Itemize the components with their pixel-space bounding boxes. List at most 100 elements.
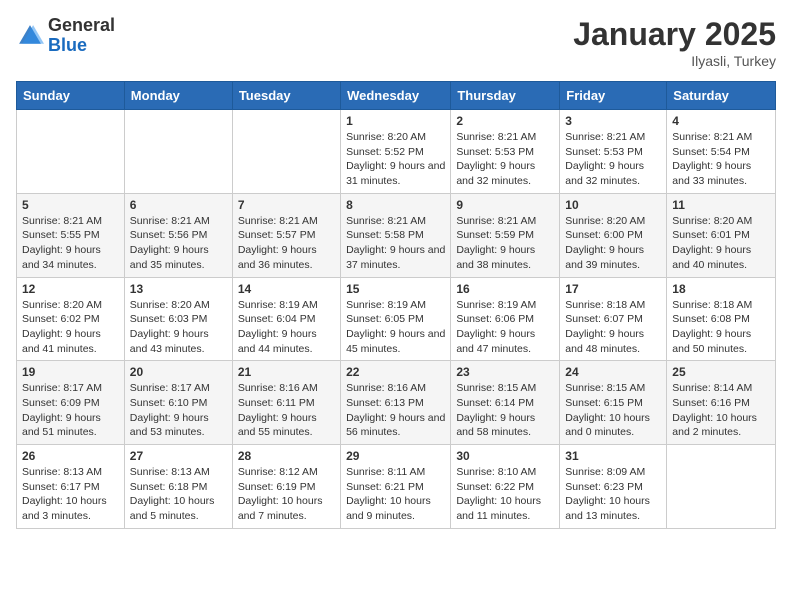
day-number: 16 [456,282,554,296]
title-block: January 2025 Ilyasli, Turkey [573,16,776,69]
calendar-cell: 1 Sunrise: 8:20 AMSunset: 5:52 PMDaylight… [341,110,451,194]
day-content: Sunrise: 8:12 AMSunset: 6:19 PMDaylight:… [238,465,335,524]
day-number: 20 [130,365,227,379]
calendar-cell: 5 Sunrise: 8:21 AMSunset: 5:55 PMDaylight… [17,193,125,277]
week-row-2: 5 Sunrise: 8:21 AMSunset: 5:55 PMDaylight… [17,193,776,277]
day-number: 28 [238,449,335,463]
calendar-cell: 2 Sunrise: 8:21 AMSunset: 5:53 PMDaylight… [451,110,560,194]
calendar-cell: 26Sunrise: 8:13 AMSunset: 6:17 PMDayligh… [17,445,125,529]
day-content: Sunrise: 8:13 AMSunset: 6:18 PMDaylight:… [130,465,227,524]
logo-icon [16,22,44,50]
day-content: Sunrise: 8:21 AMSunset: 5:53 PMDaylight:… [456,130,554,189]
calendar-cell: 9 Sunrise: 8:21 AMSunset: 5:59 PMDaylight… [451,193,560,277]
calendar-cell: 22Sunrise: 8:16 AMSunset: 6:13 PMDayligh… [341,361,451,445]
weekday-header-monday: Monday [124,82,232,110]
day-content: Sunrise: 8:20 AMSunset: 6:03 PMDaylight:… [130,298,227,357]
day-number: 31 [565,449,661,463]
calendar-cell [17,110,125,194]
day-content: Sunrise: 8:21 AMSunset: 5:56 PMDaylight:… [130,214,227,273]
month-title: January 2025 [573,16,776,53]
calendar-cell: 14 Sunrise: 8:19 AMSunset: 6:04 PMDayligh… [232,277,340,361]
day-content: Sunrise: 8:21 AMSunset: 5:58 PMDaylight:… [346,214,445,273]
weekday-header-friday: Friday [560,82,667,110]
day-content: Sunrise: 8:21 AMSunset: 5:54 PMDaylight:… [672,130,770,189]
calendar-cell: 31Sunrise: 8:09 AMSunset: 6:23 PMDayligh… [560,445,667,529]
calendar-cell: 19Sunrise: 8:17 AMSunset: 6:09 PMDayligh… [17,361,125,445]
calendar-cell: 24Sunrise: 8:15 AMSunset: 6:15 PMDayligh… [560,361,667,445]
logo-text: General Blue [48,16,115,56]
weekday-header-thursday: Thursday [451,82,560,110]
day-content: Sunrise: 8:18 AMSunset: 6:08 PMDaylight:… [672,298,770,357]
logo-blue: Blue [48,35,87,55]
calendar-cell: 29Sunrise: 8:11 AMSunset: 6:21 PMDayligh… [341,445,451,529]
calendar-cell [124,110,232,194]
day-number: 10 [565,198,661,212]
calendar: SundayMondayTuesdayWednesdayThursdayFrid… [16,81,776,529]
day-content: Sunrise: 8:21 AMSunset: 5:55 PMDaylight:… [22,214,119,273]
day-number: 6 [130,198,227,212]
day-content: Sunrise: 8:17 AMSunset: 6:09 PMDaylight:… [22,381,119,440]
day-content: Sunrise: 8:14 AMSunset: 6:16 PMDaylight:… [672,381,770,440]
calendar-cell: 21Sunrise: 8:16 AMSunset: 6:11 PMDayligh… [232,361,340,445]
calendar-cell: 28 Sunrise: 8:12 AMSunset: 6:19 PMDayligh… [232,445,340,529]
week-row-5: 26Sunrise: 8:13 AMSunset: 6:17 PMDayligh… [17,445,776,529]
calendar-cell: 11Sunrise: 8:20 AMSunset: 6:01 PMDayligh… [667,193,776,277]
week-row-1: 1 Sunrise: 8:20 AMSunset: 5:52 PMDaylight… [17,110,776,194]
day-number: 5 [22,198,119,212]
day-number: 14 [238,282,335,296]
logo-general: General [48,15,115,35]
day-content: Sunrise: 8:20 AMSunset: 6:02 PMDaylight:… [22,298,119,357]
calendar-cell: 30 Sunrise: 8:10 AMSunset: 6:22 PMDayligh… [451,445,560,529]
calendar-cell: 6 Sunrise: 8:21 AMSunset: 5:56 PMDaylight… [124,193,232,277]
day-number: 9 [456,198,554,212]
weekday-header-tuesday: Tuesday [232,82,340,110]
logo: General Blue [16,16,115,56]
day-number: 3 [565,114,661,128]
week-row-3: 12 Sunrise: 8:20 AMSunset: 6:02 PMDayligh… [17,277,776,361]
day-number: 17 [565,282,661,296]
calendar-cell [232,110,340,194]
day-content: Sunrise: 8:20 AMSunset: 6:00 PMDaylight:… [565,214,661,273]
day-number: 30 [456,449,554,463]
location: Ilyasli, Turkey [573,53,776,69]
day-content: Sunrise: 8:19 AMSunset: 6:05 PMDaylight:… [346,298,445,357]
calendar-cell: 27 Sunrise: 8:13 AMSunset: 6:18 PMDayligh… [124,445,232,529]
calendar-cell [667,445,776,529]
calendar-cell: 25 Sunrise: 8:14 AMSunset: 6:16 PMDayligh… [667,361,776,445]
calendar-body: 1 Sunrise: 8:20 AMSunset: 5:52 PMDaylight… [17,110,776,529]
calendar-cell: 18 Sunrise: 8:18 AMSunset: 6:08 PMDayligh… [667,277,776,361]
calendar-cell: 7 Sunrise: 8:21 AMSunset: 5:57 PMDaylight… [232,193,340,277]
day-content: Sunrise: 8:13 AMSunset: 6:17 PMDaylight:… [22,465,119,524]
day-content: Sunrise: 8:11 AMSunset: 6:21 PMDaylight:… [346,465,445,524]
day-content: Sunrise: 8:21 AMSunset: 5:59 PMDaylight:… [456,214,554,273]
day-number: 1 [346,114,445,128]
day-number: 7 [238,198,335,212]
weekday-header-wednesday: Wednesday [341,82,451,110]
day-number: 27 [130,449,227,463]
calendar-cell: 23 Sunrise: 8:15 AMSunset: 6:14 PMDayligh… [451,361,560,445]
day-content: Sunrise: 8:19 AMSunset: 6:06 PMDaylight:… [456,298,554,357]
day-content: Sunrise: 8:10 AMSunset: 6:22 PMDaylight:… [456,465,554,524]
day-number: 8 [346,198,445,212]
day-content: Sunrise: 8:19 AMSunset: 6:04 PMDaylight:… [238,298,335,357]
calendar-cell: 20 Sunrise: 8:17 AMSunset: 6:10 PMDayligh… [124,361,232,445]
day-content: Sunrise: 8:17 AMSunset: 6:10 PMDaylight:… [130,381,227,440]
day-number: 12 [22,282,119,296]
day-content: Sunrise: 8:20 AMSunset: 6:01 PMDaylight:… [672,214,770,273]
day-number: 22 [346,365,445,379]
day-content: Sunrise: 8:15 AMSunset: 6:14 PMDaylight:… [456,381,554,440]
calendar-cell: 15Sunrise: 8:19 AMSunset: 6:05 PMDayligh… [341,277,451,361]
day-number: 21 [238,365,335,379]
calendar-header: SundayMondayTuesdayWednesdayThursdayFrid… [17,82,776,110]
weekday-row: SundayMondayTuesdayWednesdayThursdayFrid… [17,82,776,110]
day-number: 18 [672,282,770,296]
day-content: Sunrise: 8:18 AMSunset: 6:07 PMDaylight:… [565,298,661,357]
calendar-cell: 8 Sunrise: 8:21 AMSunset: 5:58 PMDaylight… [341,193,451,277]
day-number: 23 [456,365,554,379]
day-number: 25 [672,365,770,379]
day-number: 24 [565,365,661,379]
day-content: Sunrise: 8:20 AMSunset: 5:52 PMDaylight:… [346,130,445,189]
day-number: 2 [456,114,554,128]
day-content: Sunrise: 8:21 AMSunset: 5:57 PMDaylight:… [238,214,335,273]
weekday-header-sunday: Sunday [17,82,125,110]
